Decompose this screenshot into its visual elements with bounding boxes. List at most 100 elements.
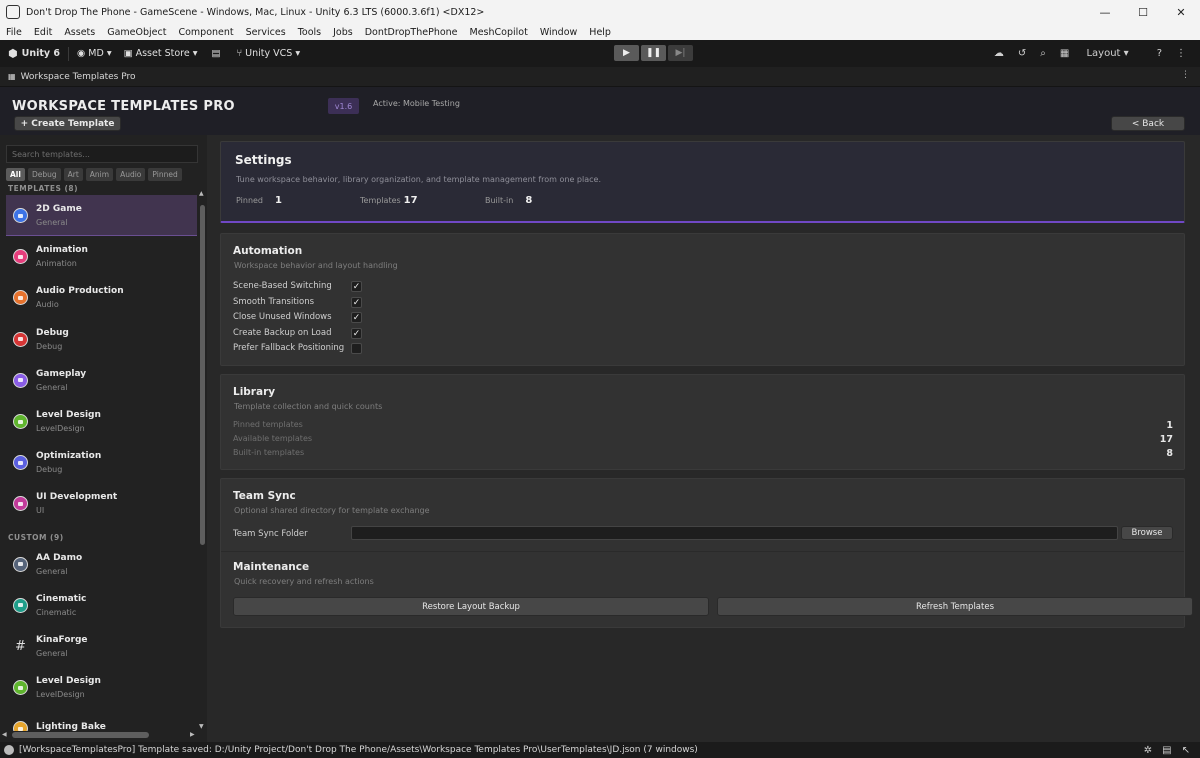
menu-meshcopilot[interactable]: MeshCopilot (470, 27, 528, 38)
template-item[interactable]: AA Damo General (0, 544, 198, 585)
sidebar-hscrollbar[interactable]: ◀ ▶ (0, 730, 207, 740)
vcs-dropdown[interactable]: ⑂ Unity VCS ▾ (236, 48, 300, 59)
template-category: General (36, 566, 68, 576)
scroll-up-icon[interactable]: ▲ (199, 190, 204, 197)
settings-title: Settings (235, 153, 292, 167)
template-item[interactable]: Level Design LevelDesign (0, 401, 198, 442)
close-icon[interactable]: ✕ (1162, 0, 1200, 24)
option-backup-on-load[interactable]: Create Backup on Load ✓ (233, 326, 362, 340)
scrollbar-thumb[interactable] (200, 205, 205, 545)
menu-file[interactable]: File (6, 27, 22, 38)
bug-icon[interactable]: ✲ (1144, 745, 1152, 756)
scroll-left-icon[interactable]: ◀ (2, 731, 7, 738)
checkbox[interactable]: ✓ (351, 327, 362, 339)
template-item[interactable]: Level Design LevelDesign (0, 667, 198, 708)
stat-builtin: Built-in 8 (485, 195, 532, 206)
row-value: 1 (1166, 420, 1173, 431)
row-value: 8 (1166, 448, 1173, 459)
template-item[interactable]: Debug Debug (0, 319, 198, 360)
create-template-button[interactable]: + Create Template (14, 116, 121, 131)
template-folder-icon (13, 290, 28, 306)
template-text: KinaForge General (36, 635, 88, 658)
template-name: Gameplay (36, 368, 87, 379)
template-sidebar: Search templates... All Debug Art Anim A… (0, 135, 207, 742)
filter-all[interactable]: All (6, 168, 25, 181)
menu-jobs[interactable]: Jobs (333, 27, 353, 38)
menu-gameobject[interactable]: GameObject (107, 27, 166, 38)
checkbox[interactable]: ✓ (351, 280, 362, 292)
template-text: Gameplay General (36, 369, 86, 392)
maximize-icon[interactable]: ☐ (1124, 0, 1162, 24)
scroll-right-icon[interactable]: ▶ (190, 731, 195, 738)
status-icons: ✲ ▤ ↖ (1144, 742, 1200, 758)
refresh-templates-button[interactable]: Refresh Templates (717, 597, 1193, 616)
team-sync-folder-field[interactable] (351, 526, 1118, 540)
menu-window[interactable]: Window (540, 27, 577, 38)
checkbox[interactable]: ✓ (351, 311, 362, 323)
template-item[interactable]: Optimization Debug (0, 442, 198, 483)
filter-audio[interactable]: Audio (116, 168, 146, 181)
search-icon[interactable]: ⌕ (1040, 48, 1046, 59)
menu-dontdropthephone[interactable]: DontDropThePhone (365, 27, 458, 38)
template-item[interactable]: Audio Production Audio (0, 277, 198, 318)
scroll-down-icon[interactable]: ▼ (199, 723, 204, 730)
step-icon[interactable]: ▶| (668, 45, 693, 61)
app-title: WORKSPACE TEMPLATES PRO (12, 99, 235, 114)
layout-dropdown[interactable]: ▦ Layout ▾ (1060, 48, 1143, 59)
option-smooth-transitions[interactable]: Smooth Transitions ✓ (233, 295, 362, 309)
play-icon[interactable]: ▶ (614, 45, 639, 61)
option-scene-switching[interactable]: Scene-Based Switching ✓ (233, 279, 362, 293)
template-item[interactable]: Cinematic Cinematic (0, 585, 198, 626)
menu-tools[interactable]: Tools (298, 27, 321, 38)
filter-art[interactable]: Art (63, 168, 83, 181)
template-name: Debug (36, 327, 69, 338)
toolbar-divider (68, 46, 69, 61)
menu-help[interactable]: Help (589, 27, 611, 38)
checkbox[interactable]: ✓ (351, 296, 362, 308)
menu-edit[interactable]: Edit (34, 27, 52, 38)
minimize-icon[interactable]: — (1086, 0, 1124, 24)
restore-layout-backup-button[interactable]: Restore Layout Backup (233, 597, 709, 616)
hscrollbar-thumb[interactable] (12, 732, 149, 738)
history-icon[interactable]: ↺ (1018, 48, 1026, 59)
template-text: Animation Animation (36, 245, 88, 268)
browse-button[interactable]: Browse (1121, 526, 1173, 540)
filter-anim[interactable]: Anim (85, 168, 114, 181)
package-button[interactable]: ▤ (211, 48, 220, 59)
template-item[interactable]: Lighting Bake (0, 708, 198, 731)
console-icon[interactable]: ▤ (1162, 745, 1171, 756)
template-text: 2D Game General (36, 204, 82, 227)
template-item[interactable]: # KinaForge General (0, 626, 198, 667)
asset-store-dropdown[interactable]: ▣ Asset Store ▾ (124, 48, 198, 59)
menu-assets[interactable]: Assets (64, 27, 95, 38)
filter-debug[interactable]: Debug (27, 168, 61, 181)
cloud-icon[interactable]: ☁ (994, 48, 1004, 59)
more-icon[interactable]: ⋮ (1176, 48, 1186, 59)
template-folder-icon (13, 455, 28, 471)
template-item[interactable]: Animation Animation (0, 236, 198, 277)
menu-services[interactable]: Services (246, 27, 286, 38)
back-button[interactable]: < Back (1111, 116, 1185, 131)
checkbox[interactable] (351, 342, 362, 354)
menu-component[interactable]: Component (178, 27, 233, 38)
help-icon[interactable]: ? (1157, 48, 1162, 59)
sidebar-scrollbar[interactable]: ▲ ▼ (199, 190, 206, 730)
tab-menu-icon[interactable]: ⋮ (1181, 70, 1190, 80)
search-input[interactable]: Search templates... (6, 145, 198, 163)
pause-icon[interactable]: ❚❚ (641, 45, 666, 61)
info-icon (4, 745, 14, 755)
plugin-header: WORKSPACE TEMPLATES PRO v1.6 Active: Mob… (0, 87, 1200, 135)
template-item[interactable]: Gameplay General (0, 360, 198, 401)
tab-workspace-templates[interactable]: ▦ Workspace Templates Pro (8, 72, 136, 82)
option-close-unused[interactable]: Close Unused Windows ✓ (233, 310, 362, 324)
template-item[interactable]: UI Development UI (0, 483, 198, 524)
option-fallback-positioning[interactable]: Prefer Fallback Positioning (233, 341, 362, 355)
library-title: Library (233, 386, 276, 398)
filter-pinned[interactable]: Pinned (148, 168, 182, 181)
unity-menu-button[interactable]: ⬢ Unity 6 (8, 47, 60, 60)
cursor-icon[interactable]: ↖ (1182, 745, 1190, 756)
account-dropdown[interactable]: ◉ MD ▾ (77, 48, 112, 59)
template-item[interactable]: 2D Game General (6, 195, 197, 237)
status-message[interactable]: [WorkspaceTemplatesPro] Template saved: … (19, 745, 698, 755)
template-name: UI Development (36, 492, 118, 503)
